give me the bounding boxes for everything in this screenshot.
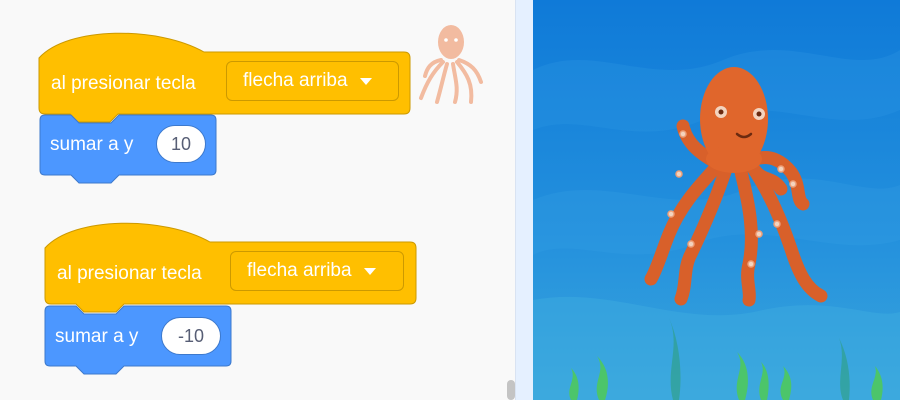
hat-block-label: al presionar tecla xyxy=(51,73,196,94)
change-y-block-1[interactable]: sumar a y 10 xyxy=(39,114,217,186)
workspace-scrollbar[interactable] xyxy=(507,380,515,400)
stage[interactable] xyxy=(533,0,900,400)
change-y-value-input[interactable]: 10 xyxy=(156,125,206,163)
octopus-sprite[interactable] xyxy=(631,64,831,314)
caret-down-icon xyxy=(363,267,376,275)
change-y-label: sumar a y xyxy=(50,134,134,155)
when-key-pressed-block-1[interactable]: al presionar tecla flecha arriba xyxy=(38,30,412,123)
hat-block-label: al presionar tecla xyxy=(57,263,202,284)
change-y-label: sumar a y xyxy=(55,326,139,347)
key-dropdown-value: flecha arriba xyxy=(243,70,348,91)
when-key-pressed-block-2[interactable]: al presionar tecla flecha arriba xyxy=(44,220,418,313)
octopus-icon xyxy=(419,25,483,104)
panel-divider xyxy=(515,0,533,400)
caret-down-icon xyxy=(359,77,372,85)
change-y-block-2[interactable]: sumar a y -10 xyxy=(44,305,232,377)
key-dropdown-value: flecha arriba xyxy=(247,260,352,281)
key-dropdown[interactable]: flecha arriba xyxy=(230,251,404,291)
change-y-value-input[interactable]: -10 xyxy=(161,317,221,355)
key-dropdown[interactable]: flecha arriba xyxy=(226,61,399,101)
code-workspace[interactable]: al presionar tecla flecha arriba sumar a… xyxy=(0,0,515,400)
